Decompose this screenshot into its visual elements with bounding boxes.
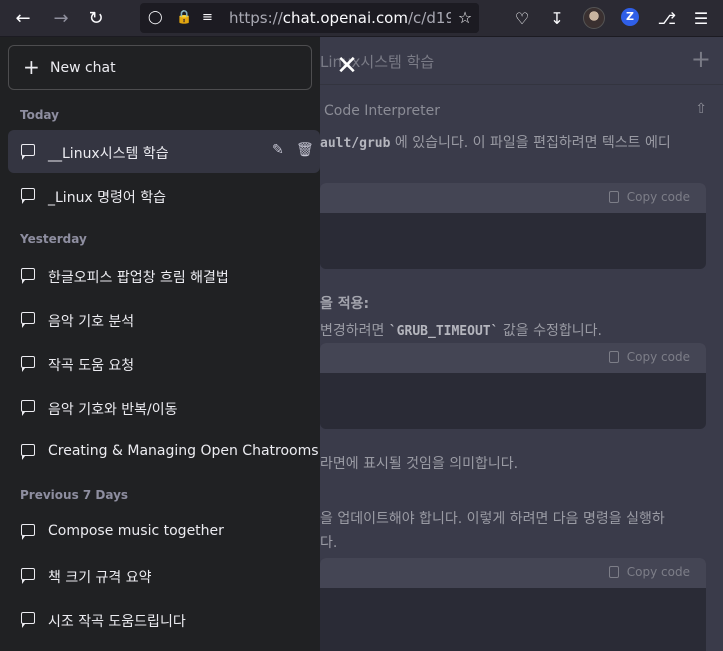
url-text: https://chat.openai.com/c/d19336: [229, 9, 479, 27]
share-icon[interactable]: ⇧: [695, 101, 707, 117]
chat-bubble-icon: [21, 444, 35, 460]
chat-bubble-icon: [21, 612, 35, 628]
chat-item[interactable]: 시조 작곡 도움드립니다: [8, 598, 320, 641]
chat-item[interactable]: 음악 기호와 반복/이동: [8, 386, 320, 429]
chat-item-label: 작곡 도움 요청: [48, 358, 135, 374]
clipboard-icon: [608, 351, 619, 363]
extensions-puzzle-icon[interactable]: ⎇: [654, 6, 680, 32]
section-label-previous-7-days: Previous 7 Days: [20, 488, 129, 502]
new-chat-label: New chat: [50, 60, 116, 76]
bookmark-star-icon[interactable]: ☆: [451, 3, 479, 33]
chat-item-label: Compose music together: [48, 523, 224, 539]
profile-avatar[interactable]: [583, 7, 605, 29]
edit-pencil-icon[interactable]: ✎: [272, 142, 284, 158]
pocket-icon[interactable]: ♡: [509, 6, 535, 32]
chat-item-label: 책 크기 규격 요약: [48, 570, 152, 586]
plus-icon[interactable]: +: [691, 45, 711, 73]
browser-toolbar: ← → ↻ ◯ 🔒 ≡ https://chat.openai.com/c/d1…: [0, 0, 723, 37]
chat-bubble-icon: [21, 188, 35, 204]
code-block: Copy code: [320, 183, 706, 269]
trash-icon[interactable]: 🗑: [296, 142, 314, 158]
chat-item-label: 한글오피스 팝업창 흐림 해결법: [48, 270, 229, 286]
message-heading: 을 적용:: [320, 296, 370, 312]
chat-item[interactable]: 책 크기 규격 요약: [8, 554, 320, 597]
chat-item-label: 시조 작곡 도움드립니다: [48, 614, 186, 630]
copy-code-button[interactable]: Copy code: [608, 350, 690, 364]
permissions-icon[interactable]: ≡: [202, 10, 213, 25]
chat-item[interactable]: _Linux 명령어 학습: [8, 174, 320, 217]
chat-item-label: __Linux시스템 학습: [48, 146, 169, 162]
extension-z-icon[interactable]: Z: [621, 8, 639, 26]
chat-bubble-icon: [21, 400, 35, 416]
message-line: 을 업데이트해야 합니다. 이렇게 하려면 다음 명령을 실행하: [320, 511, 665, 527]
new-chat-button[interactable]: + New chat: [8, 45, 312, 90]
downloads-icon[interactable]: ↧: [544, 6, 570, 32]
menu-hamburger-icon[interactable]: ☰: [688, 6, 714, 32]
chat-area: Linux시스템 학습 + Code Interpreter ⇧ ault/gr…: [320, 37, 723, 651]
message-line: 변경하려면 `GRUB_TIMEOUT` 값을 수정합니다.: [320, 323, 602, 339]
chat-item[interactable]: __Linux시스템 학습 ✎ 🗑: [8, 130, 320, 173]
message-line: 다.: [320, 535, 338, 551]
shield-icon[interactable]: ◯: [148, 10, 163, 25]
chat-bubble-icon: [21, 312, 35, 328]
sidebar: + New chat Today __Linux시스템 학습 ✎ 🗑 _Linu…: [0, 37, 320, 651]
model-bar: Code Interpreter ⇧: [320, 85, 723, 137]
chat-bubble-icon: [21, 356, 35, 372]
chat-item[interactable]: 한글오피스 팝업창 흐림 해결법: [8, 254, 320, 297]
clipboard-icon: [608, 191, 619, 203]
chat-item[interactable]: Creating & Managing Open Chatrooms: [8, 430, 320, 473]
chat-item[interactable]: Compose music together: [8, 510, 320, 553]
copy-code-button[interactable]: Copy code: [608, 565, 690, 579]
clipboard-icon: [608, 566, 619, 578]
lock-icon[interactable]: 🔒: [176, 10, 192, 25]
chat-header: Linux시스템 학습 +: [320, 37, 723, 85]
section-label-yesterday: Yesterday: [20, 232, 87, 246]
chat-item-label: 음악 기호와 반복/이동: [48, 402, 178, 418]
chat-bubble-icon: [21, 524, 35, 540]
code-block: Copy code: [320, 558, 706, 651]
code-block: Copy code: [320, 343, 706, 429]
chat-item-label: 음악 기호 분석: [48, 314, 135, 330]
chat-bubble-icon: [21, 144, 35, 160]
close-sidebar-icon[interactable]: ✕: [332, 51, 362, 81]
chat-bubble-icon: [21, 568, 35, 584]
message-line: ault/grub 에 있습니다. 이 파일을 편집하려면 텍스트 에디: [320, 135, 671, 151]
section-label-today: Today: [20, 108, 59, 122]
chat-item-label: Creating & Managing Open Chatrooms: [48, 443, 319, 459]
forward-icon[interactable]: →: [48, 6, 74, 32]
reload-icon[interactable]: ↻: [83, 6, 109, 32]
message-line: 라면에 표시될 것임을 의미합니다.: [320, 456, 519, 472]
chat-bubble-icon: [21, 268, 35, 284]
copy-code-button[interactable]: Copy code: [608, 190, 690, 204]
back-icon[interactable]: ←: [10, 6, 36, 32]
chat-item-label: _Linux 명령어 학습: [48, 190, 167, 206]
model-label: Code Interpreter: [324, 103, 440, 119]
plus-icon: +: [23, 55, 40, 79]
url-bar[interactable]: ◯ 🔒 ≡ https://chat.openai.com/c/d19336 ☆: [140, 3, 479, 33]
chat-item[interactable]: 작곡 도움 요청: [8, 342, 320, 385]
chat-item[interactable]: 음악 기호 분석: [8, 298, 320, 341]
